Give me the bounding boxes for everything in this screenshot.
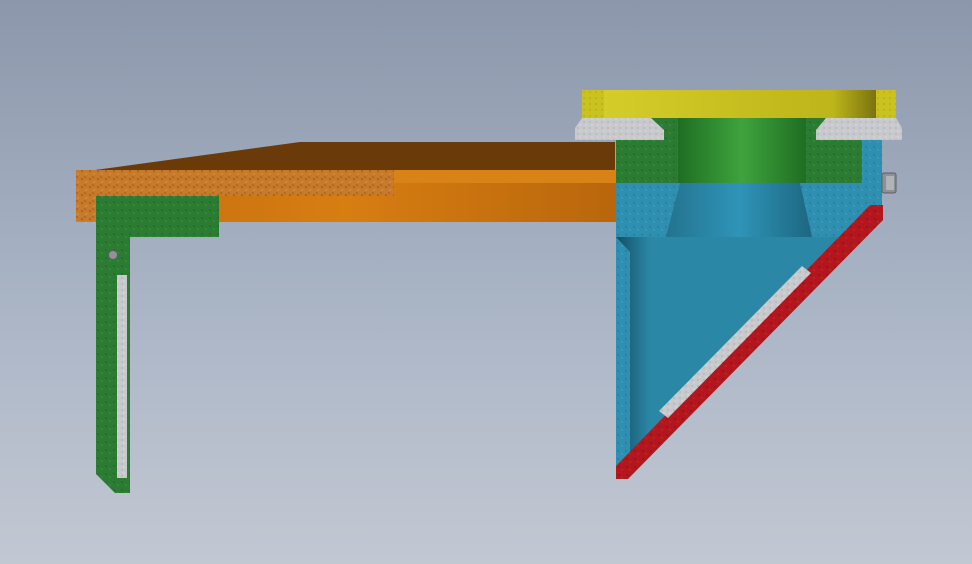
funnel-cone[interactable]	[666, 183, 812, 237]
gasket-right[interactable]	[816, 118, 902, 140]
deck-section-face[interactable]	[76, 170, 394, 196]
deck-section-face-lower[interactable]	[76, 196, 96, 222]
bracket-pin-icon[interactable]	[108, 250, 118, 260]
hub-right-cap[interactable]	[862, 140, 882, 183]
left-bracket[interactable]	[96, 196, 219, 493]
cad-viewport[interactable]	[0, 0, 972, 564]
side-bolt-head-icon	[886, 176, 894, 190]
top-plate-left-section[interactable]	[582, 90, 604, 118]
deck-top-surface[interactable]	[95, 142, 615, 170]
top-plate-right-section[interactable]	[876, 90, 896, 118]
gasket-left[interactable]	[575, 118, 664, 140]
hub-core[interactable]	[678, 118, 806, 183]
top-plate[interactable]	[582, 90, 896, 118]
funnel-housing-left-edge[interactable]	[616, 237, 630, 468]
bracket-wear-strip[interactable]	[117, 275, 127, 478]
section-view-canvas[interactable]	[0, 0, 972, 564]
